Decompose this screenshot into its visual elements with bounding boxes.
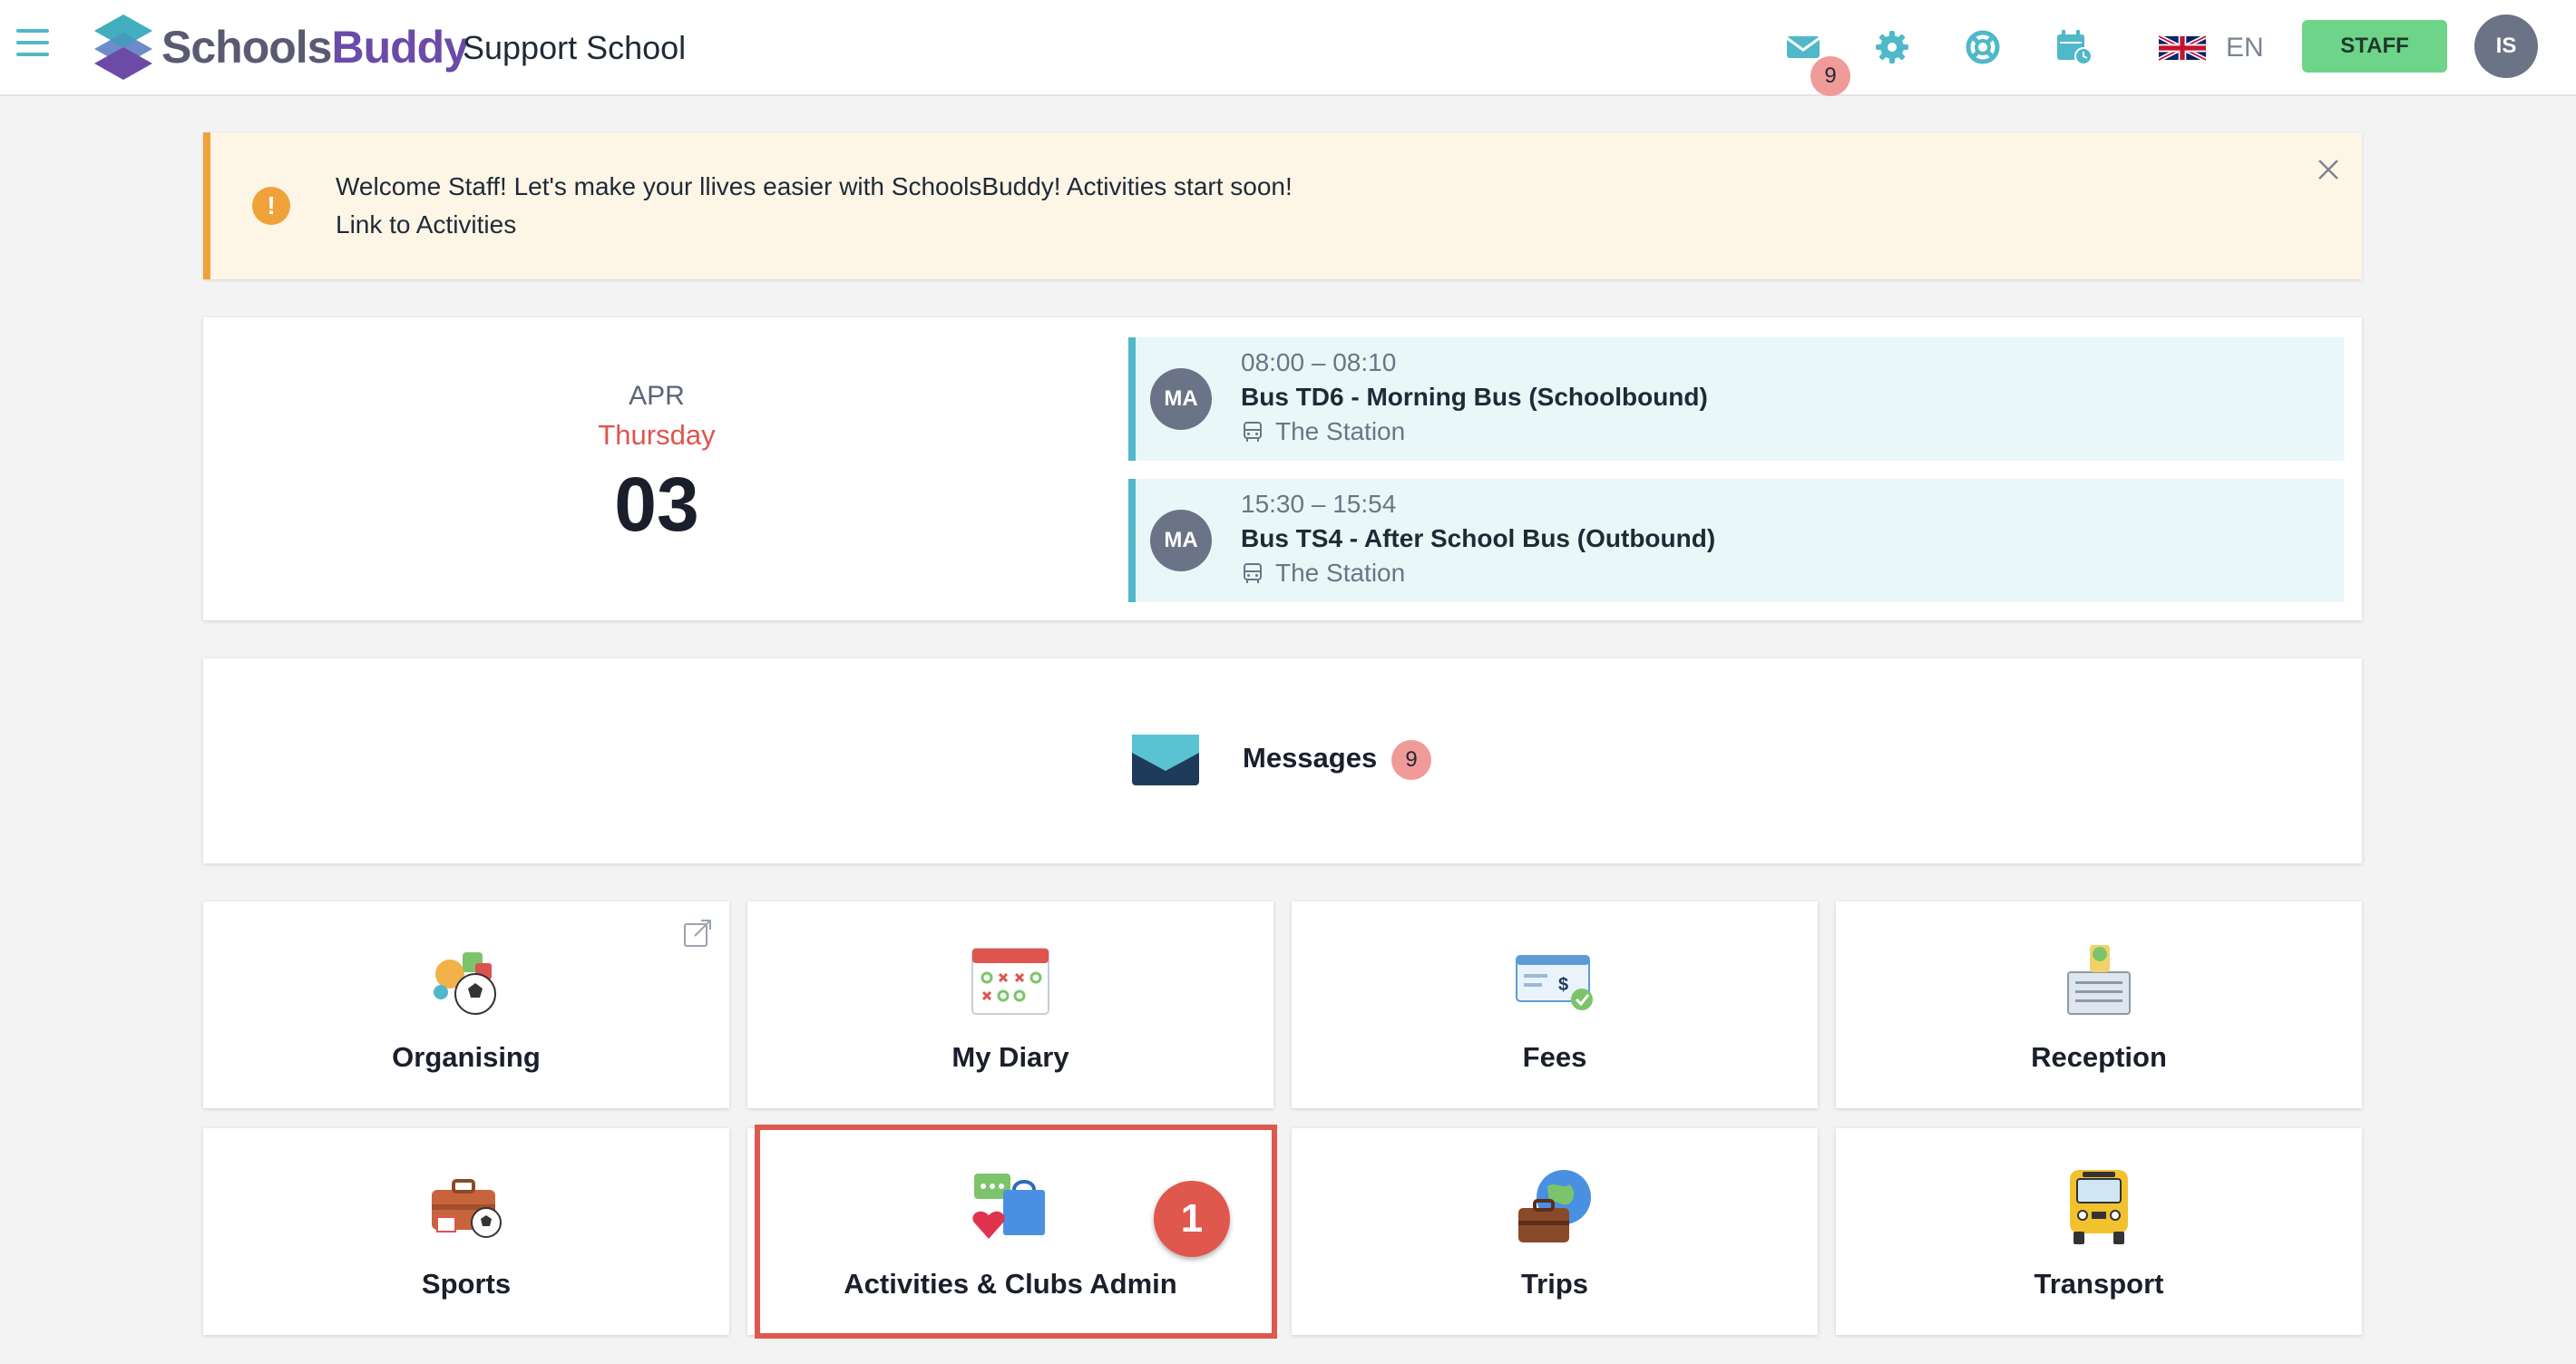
calendar-event[interactable]: MA 15:30 – 15:54 Bus TS4 - After School … <box>1128 479 2344 602</box>
tile-reception[interactable]: Reception <box>1836 901 2362 1108</box>
tile-label: Transport <box>2034 1268 2164 1300</box>
organising-icon <box>434 952 496 1015</box>
alert-link-line: Link to Activities <box>336 210 516 239</box>
day-number: 03 <box>614 462 699 547</box>
event-avatar: MA <box>1150 368 1212 430</box>
menu-icon[interactable] <box>16 29 49 58</box>
language-code: EN <box>2226 33 2264 63</box>
envelope-icon <box>1132 735 1199 785</box>
tile-my-diary[interactable]: My Diary <box>747 901 1273 1108</box>
sports-icon <box>432 1179 502 1238</box>
logo-icon <box>94 15 152 80</box>
tile-transport[interactable]: Transport <box>1836 1128 2362 1335</box>
alert-link-prefix: Link to <box>336 210 416 239</box>
help-lifebuoy-icon[interactable] <box>1961 25 2005 69</box>
welcome-alert: ! Welcome Staff! Let's make your llives … <box>203 132 2362 279</box>
diary-icon <box>971 948 1049 1015</box>
month-label: APR <box>629 381 685 411</box>
reception-icon <box>2067 945 2131 1015</box>
tile-label: Trips <box>1520 1268 1589 1300</box>
date-block: APR Thursday 03 <box>203 317 1110 620</box>
transport-icon <box>2070 1170 2128 1244</box>
logo-text: SchoolsBuddy <box>161 22 469 73</box>
event-avatar: MA <box>1150 510 1212 571</box>
schoolsbuddy-logo[interactable]: SchoolsBuddy <box>93 13 469 82</box>
tile-label: Organising <box>392 1041 541 1073</box>
language-selector[interactable]: EN <box>2159 29 2264 67</box>
bus-icon <box>1244 563 1262 583</box>
uk-flag-icon <box>2159 34 2206 62</box>
tile-label: Activities & Clubs Admin <box>844 1268 1177 1300</box>
activities-link[interactable]: Activities <box>416 210 516 239</box>
mail-count-badge: 9 <box>1810 56 1850 96</box>
today-calendar-card: APR Thursday 03 MA 08:00 – 08:10 Bus TD6… <box>203 317 2362 620</box>
tile-label: Sports <box>421 1268 512 1300</box>
event-time: 08:00 – 08:10 <box>1241 348 1397 376</box>
tile-sports[interactable]: Sports <box>203 1128 729 1335</box>
messages-label: Messages <box>1243 742 1378 774</box>
tile-organising[interactable]: Organising <box>203 901 729 1108</box>
tile-label: Reception <box>2031 1041 2167 1073</box>
svg-text:$: $ <box>1558 975 1568 995</box>
user-avatar[interactable]: IS <box>2474 15 2538 78</box>
staff-role-button[interactable]: STAFF <box>2302 20 2447 73</box>
trips-icon <box>1518 1170 1591 1242</box>
tile-trips[interactable]: Trips <box>1292 1128 1818 1335</box>
gear-icon[interactable] <box>1870 25 1914 69</box>
messages-card[interactable]: Messages 9 <box>203 658 2362 863</box>
alert-message: Welcome Staff! Let's make your llives ea… <box>336 172 1293 200</box>
event-location-text: The Station <box>1275 417 1406 445</box>
calendar-clock-icon[interactable] <box>2052 25 2095 69</box>
external-link-icon[interactable] <box>682 918 713 949</box>
top-bar: SchoolsBuddy Support School 9 EN STAFF I… <box>0 0 2576 96</box>
activities-icon <box>972 1174 1045 1239</box>
fees-icon: $ <box>1516 955 1593 1010</box>
calendar-event[interactable]: MA 08:00 – 08:10 Bus TD6 - Morning Bus (… <box>1128 337 2344 461</box>
tile-label: My Diary <box>951 1041 1069 1073</box>
school-name: Support School <box>463 29 687 66</box>
event-title: Bus TS4 - After School Bus (Outbound) <box>1241 524 1716 552</box>
tile-label: Fees <box>1522 1041 1587 1073</box>
close-icon[interactable] <box>2317 158 2340 181</box>
event-location: The Station <box>1241 559 1405 588</box>
step-number-badge: 1 <box>1154 1181 1230 1257</box>
messages-count-badge: 9 <box>1391 740 1431 780</box>
event-time: 15:30 – 15:54 <box>1241 490 1397 518</box>
warning-icon: ! <box>252 187 290 225</box>
weekday-label: Thursday <box>598 419 716 451</box>
bus-icon <box>1244 422 1262 442</box>
event-location-text: The Station <box>1275 559 1406 587</box>
event-title: Bus TD6 - Morning Bus (Schoolbound) <box>1241 383 1708 411</box>
event-location: The Station <box>1241 417 1405 446</box>
tile-fees[interactable]: $ Fees <box>1292 901 1818 1108</box>
